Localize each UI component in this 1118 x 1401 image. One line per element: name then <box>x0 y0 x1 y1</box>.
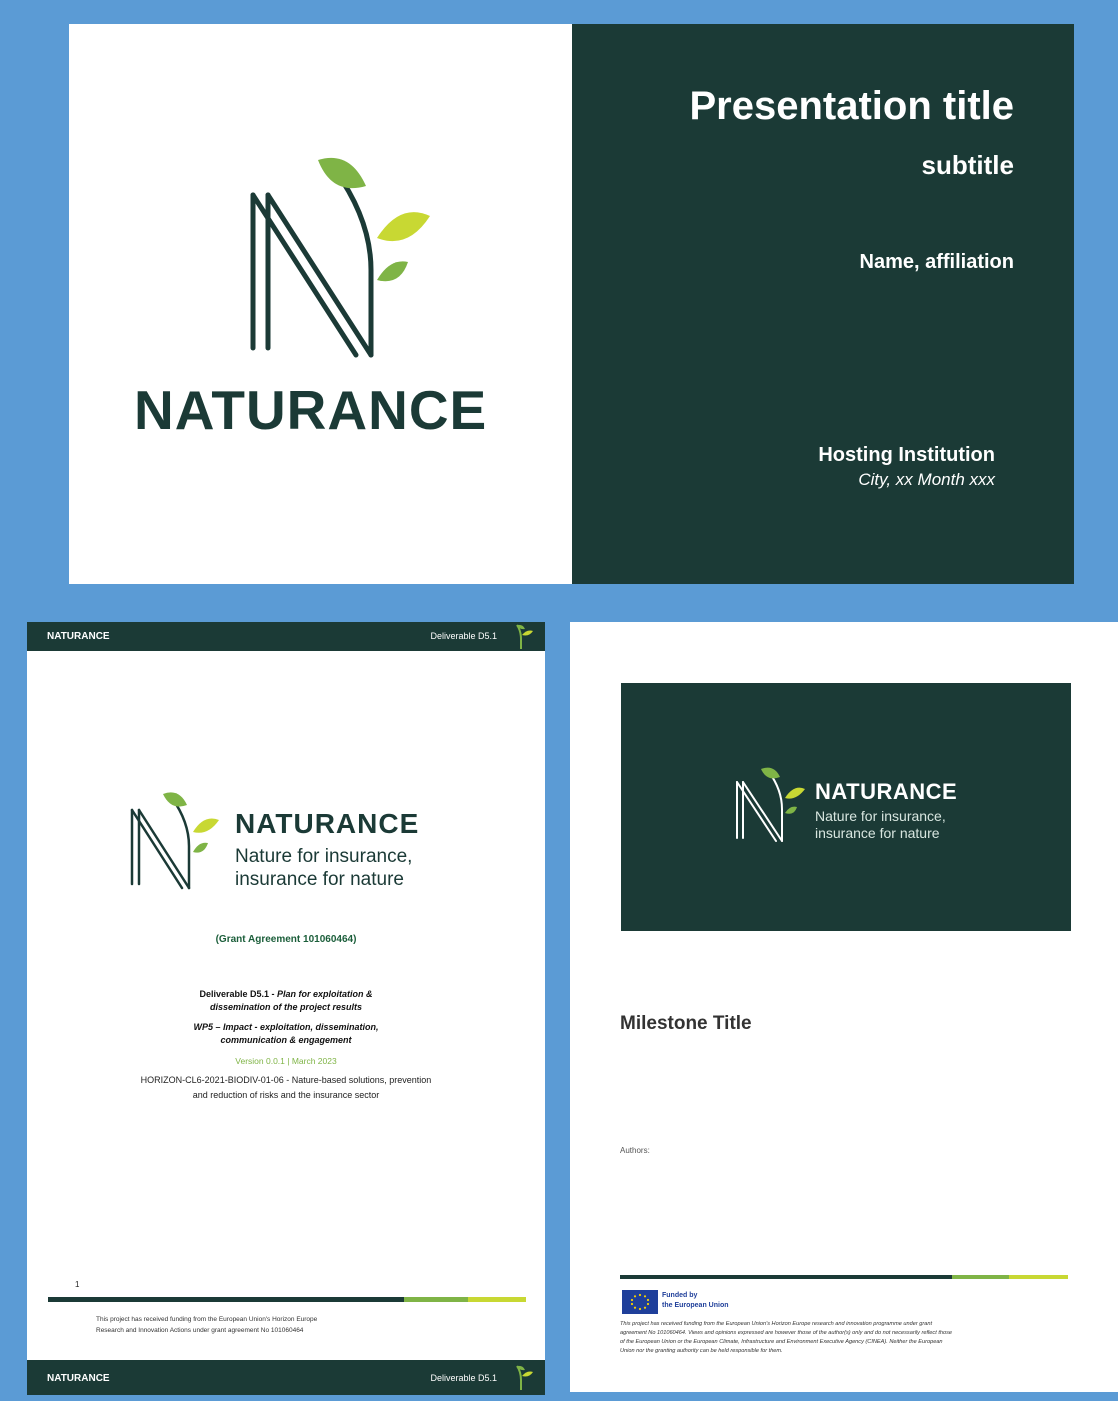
milestone-tagline1: Nature for insurance, <box>815 808 946 824</box>
page-header: NATURANCE Deliverable D5.1 <box>27 622 545 651</box>
funded-by-line2: the European Union <box>662 1302 729 1309</box>
funded-by-line1: Funded by <box>662 1292 698 1299</box>
footer-rule-green <box>952 1275 1009 1279</box>
tagline-line2: insurance for nature <box>235 869 404 890</box>
naturance-logo-icon <box>250 157 430 358</box>
slide-institution: Hosting Institution <box>818 444 995 466</box>
slide-author: Name, affiliation <box>859 251 1014 273</box>
deliverable-title-line1: Plan for exploitation & <box>277 989 373 999</box>
call-id: HORIZON-CL6-2021-BIODIV-01-06 - Nature-b… <box>140 1075 432 1085</box>
funding-line1: This project has received funding from t… <box>96 1316 318 1323</box>
version-date: Version 0.0.1 | March 2023 <box>235 1056 337 1066</box>
next-header-brand: NATURANCE <box>47 1373 110 1384</box>
naturance-logo-icon <box>130 792 219 890</box>
naturance-logo-icon <box>736 767 805 842</box>
header-brand: NATURANCE <box>47 631 110 642</box>
milestone-tagline2: insurance for nature <box>815 825 940 841</box>
page-number: 1 <box>75 1280 80 1289</box>
funding-line2: Research and Innovation Actions under gr… <box>96 1327 304 1334</box>
work-package-line2: communication & engagement <box>220 1035 352 1045</box>
deliverable-title: Deliverable D5.1 - Plan for exploitation… <box>27 989 545 999</box>
deliverable-title-line2: dissemination of the project results <box>209 1002 363 1012</box>
tagline-line1: Nature for insurance, <box>235 846 413 867</box>
next-page-header: NATURANCE Deliverable D5.1 <box>27 1360 545 1395</box>
deliverable-wordmark: NATURANCE <box>235 808 420 839</box>
footer-rule-dark <box>48 1297 404 1302</box>
slide-location-date: City, xx Month xxx <box>858 470 995 489</box>
leaf-icon <box>516 1365 533 1390</box>
grant-agreement: (Grant Agreement 101060464) <box>215 934 357 945</box>
call-topic: and reduction of risks and the insurance… <box>192 1090 380 1100</box>
work-package: WP5 – Impact - exploitation, disseminati… <box>193 1022 379 1032</box>
deliverable-cover-page: NATURANCE Deliverable D5.1 NATURANCE Nat… <box>27 622 545 1395</box>
slide-wordmark: NATURANCE <box>134 379 488 441</box>
slide-subtitle: subtitle <box>921 150 1014 180</box>
footer-rule-lime <box>468 1297 526 1302</box>
eu-flag-icon <box>622 1290 658 1314</box>
footer-rule-green <box>404 1297 468 1302</box>
header-deliverable: Deliverable D5.1 <box>430 631 497 641</box>
disclaimer-line4: Union nor the granting authority can be … <box>620 1348 783 1354</box>
deliverable-label: Deliverable D5.1 - <box>199 989 278 999</box>
leaf-icon <box>516 624 533 649</box>
milestone-wordmark: NATURANCE <box>815 779 958 804</box>
milestone-banner <box>621 683 1071 931</box>
slide-title: Presentation title <box>689 84 1014 128</box>
milestone-title: Milestone Title <box>620 1013 752 1034</box>
next-header-deliverable: Deliverable D5.1 <box>430 1373 497 1383</box>
authors-label: Authors: <box>620 1146 650 1155</box>
footer-rule-lime <box>1009 1275 1068 1279</box>
footer-rule-dark <box>620 1275 952 1279</box>
